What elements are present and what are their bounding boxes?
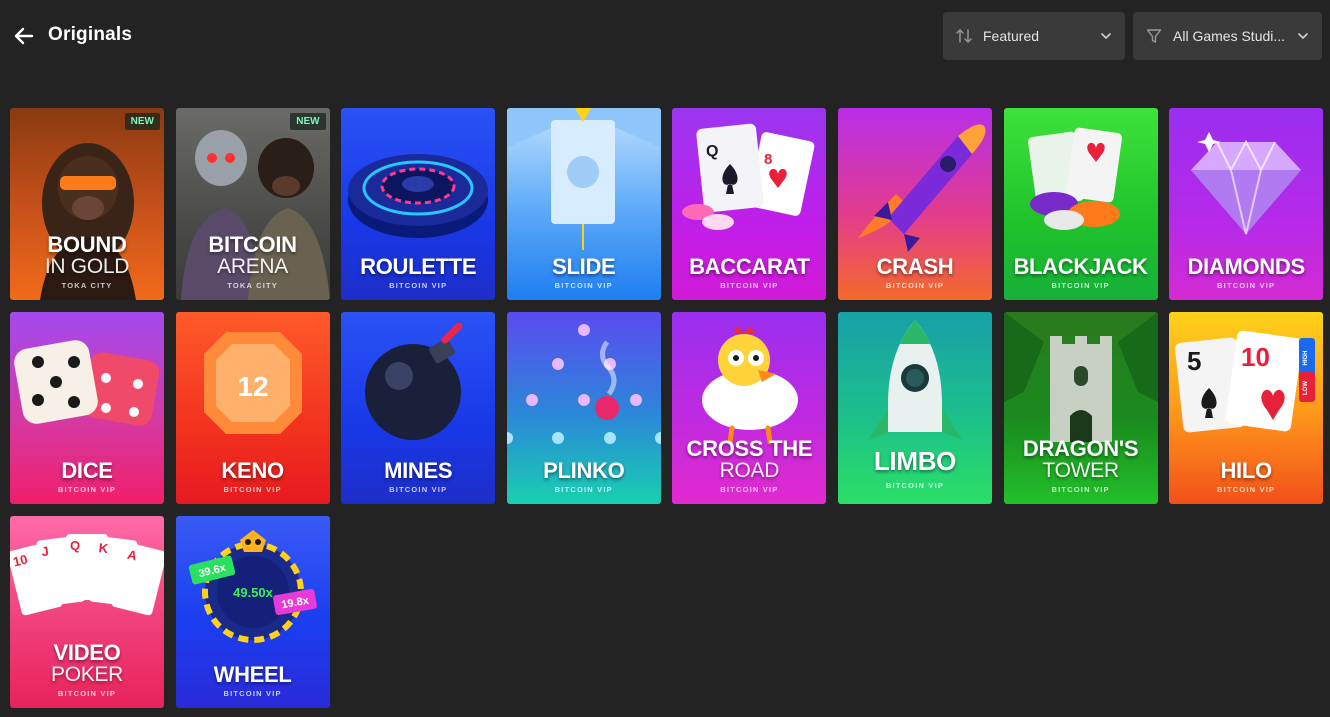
new-badge: NEW [124, 113, 160, 130]
game-title: WHEEL [213, 662, 292, 687]
new-badge: NEW [290, 113, 326, 130]
sort-dropdown-label: Featured [983, 28, 1040, 44]
back-arrow-icon[interactable] [10, 22, 38, 50]
game-title: BITCOIN ARENA [208, 232, 297, 278]
studio-label: BITCOIN VIP [885, 281, 945, 290]
game-tile-limbo[interactable]: LIMBO BITCOIN VIP [837, 312, 992, 504]
game-tile-crash[interactable]: CRASH BITCOIN VIP [837, 108, 992, 300]
game-tile-keno[interactable]: 12 KENO BITCOIN VIP [175, 312, 330, 504]
game-tile-video-poker[interactable]: 10 J Q K A VIDEO POKER BITCOIN VIP [10, 516, 164, 708]
card-ten-text: 10 [1241, 342, 1270, 372]
chevron-down-icon [1296, 29, 1310, 43]
game-title: CRASH [876, 254, 954, 279]
studio-label: BITCOIN VIP [554, 485, 613, 494]
chevron-down-icon [1099, 29, 1113, 43]
game-tile-bitcoin-arena[interactable]: NEW BITCOIN ARENA TOKA CITY [175, 108, 330, 300]
low-label: LOW [1303, 381, 1309, 395]
page-title: Originals [48, 24, 133, 45]
card-queen-text: Q [706, 143, 718, 160]
keno-number-text: 12 [237, 371, 268, 402]
wheel-center-multiplier: 49.50x [233, 585, 274, 600]
studio-filter-dropdown[interactable]: All Games Studi... [1133, 12, 1322, 60]
studio-label: BITCOIN VIP [1217, 485, 1276, 494]
studio-filter-label: All Games Studi... [1173, 28, 1285, 44]
game-title: BACCARAT [689, 254, 810, 279]
studio-label: BITCOIN VIP [720, 281, 779, 290]
studio-label: BITCOIN VIP [223, 689, 282, 698]
studio-label: BITCOIN VIP [554, 281, 613, 290]
game-tile-mines[interactable]: MINES BITCOIN VIP [341, 312, 496, 504]
studio-label: BITCOIN VIP [1217, 281, 1276, 290]
games-grid: NEW BOUND IN GOLD TOKA CITY NEW BITCOIN AR… [10, 108, 1324, 708]
game-title: DRAGON'S TOWER [1022, 436, 1139, 482]
game-tile-slide[interactable]: SLIDE BITCOIN VIP [506, 108, 661, 300]
game-title: DICE [61, 458, 113, 483]
game-tile-blackjack[interactable]: BLACKJACK BITCOIN VIP [1003, 108, 1158, 300]
game-title: KENO [221, 458, 284, 483]
game-title: VIDEO POKER [50, 640, 124, 686]
game-title: SLIDE [552, 254, 616, 279]
game-tile-diamonds[interactable]: DIAMONDS BITCOIN VIP [1169, 108, 1324, 300]
high-label: HIGH [1303, 351, 1309, 366]
card-five-text: 5 [1187, 346, 1201, 376]
game-tile-roulette[interactable]: ROULETTE BITCOIN VIP [341, 108, 496, 300]
studio-label: BITCOIN VIP [223, 485, 282, 494]
studio-label: BITCOIN VIP [389, 485, 448, 494]
studio-label: BITCOIN VIP [57, 485, 117, 494]
sort-arrows-icon [955, 27, 973, 45]
page-header: Originals Featured All Games Studi... [0, 0, 1330, 72]
game-tile-hilo[interactable]: 5 10 HIGH LOW HILO BITCOIN VIP [1169, 312, 1324, 504]
game-tile-cross-the-road[interactable]: CROSS THE ROAD BITCOIN VIP [672, 312, 827, 504]
game-tile-baccarat[interactable]: 8 Q BACCARAT BITCOIN VIP [672, 108, 827, 300]
filter-funnel-icon [1145, 27, 1163, 45]
game-title: CROSS THE ROAD [686, 436, 813, 482]
game-title: DIAMONDS [1187, 254, 1305, 279]
game-tile-bound-in-gold[interactable]: NEW BOUND IN GOLD TOKA CITY [10, 108, 164, 300]
game-title: PLINKO [543, 458, 625, 483]
studio-label: BITCOIN VIP [1051, 485, 1110, 494]
game-title: HILO [1220, 458, 1272, 483]
card-queen-text: Q [70, 538, 80, 553]
game-tile-wheel[interactable]: 49.50x 39.6x 19.8x WHEEL BITCOIN VIP [175, 516, 330, 708]
studio-label: BITCOIN VIP [720, 485, 779, 494]
game-tile-dragons-tower[interactable]: DRAGON'S TOWER BITCOIN VIP [1003, 312, 1158, 504]
game-title: BLACKJACK [1013, 254, 1148, 279]
studio-label: BITCOIN VIP [57, 689, 117, 698]
card-eight-text: 8 [764, 151, 772, 168]
studio-label: BITCOIN VIP [1051, 281, 1110, 290]
game-title: MINES [384, 458, 453, 483]
game-title: ROULETTE [360, 254, 477, 279]
studio-label: BITCOIN VIP [885, 481, 945, 490]
game-tile-dice[interactable]: DICE BITCOIN VIP [10, 312, 164, 504]
sort-dropdown[interactable]: Featured [943, 12, 1125, 60]
game-title: LIMBO [873, 446, 957, 476]
studio-label: BITCOIN VIP [389, 281, 448, 290]
studio-label: TOKA CITY [61, 281, 113, 290]
game-tile-plinko[interactable]: PLINKO BITCOIN VIP [506, 312, 661, 504]
game-title: BOUND IN GOLD [44, 232, 130, 278]
studio-label: TOKA CITY [227, 281, 278, 290]
